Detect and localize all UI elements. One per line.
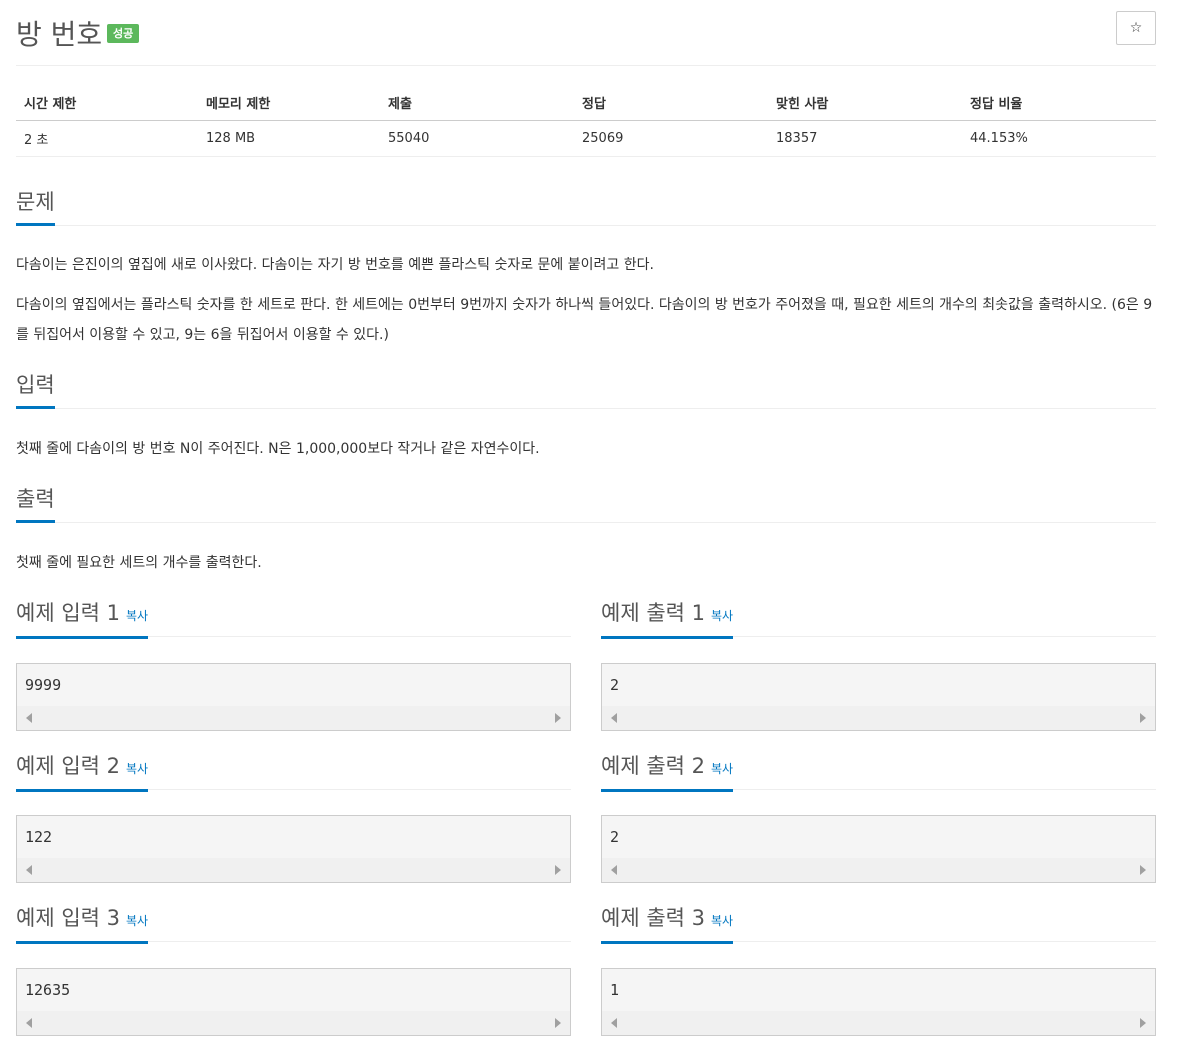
scroll-right-icon[interactable] (1140, 865, 1146, 875)
horizontal-scrollbar[interactable] (602, 858, 1155, 882)
accept-ratio-value: 44.153% (962, 120, 1156, 157)
output-title: 출력 (16, 484, 55, 523)
sample-output-2-header: 예제 출력 2 복사 (601, 751, 1156, 792)
scroll-left-icon[interactable] (26, 713, 32, 723)
time-limit-value: 2 초 (16, 120, 198, 157)
scroll-left-icon[interactable] (26, 1018, 32, 1028)
copy-button[interactable]: 복사 (126, 914, 148, 928)
status-badge: 성공 (107, 24, 140, 43)
scroll-left-icon[interactable] (26, 865, 32, 875)
copy-button[interactable]: 복사 (711, 609, 733, 623)
sample-output-1-header: 예제 출력 1 복사 (601, 598, 1156, 639)
sample-input-3-box[interactable]: 12635 (16, 968, 571, 1036)
description-title: 문제 (16, 187, 55, 226)
horizontal-scrollbar[interactable] (17, 1011, 570, 1035)
accepted-value: 25069 (574, 120, 768, 157)
description-paragraph-1: 다솜이는 은진이의 옆집에 새로 이사왔다. 다솜이는 자기 방 번호를 예쁜 … (16, 257, 654, 273)
sample-output-1-box[interactable]: 2 (601, 663, 1156, 731)
star-icon: ☆ (1129, 20, 1143, 36)
scroll-left-icon[interactable] (611, 865, 617, 875)
output-description: 첫째 줄에 필요한 세트의 개수를 출력한다. (16, 555, 262, 571)
column-header-accepted: 정답 (574, 86, 768, 121)
output-section-header: 출력 (16, 484, 1156, 523)
problem-header: 방 번호 성공 ☆ (16, 10, 1156, 66)
copy-button[interactable]: 복사 (126, 609, 148, 623)
input-section-header: 입력 (16, 370, 1156, 409)
submissions-value: 55040 (380, 120, 574, 157)
column-header-submissions: 제출 (380, 86, 574, 121)
sample-input-2-title: 예제 입력 2 (16, 754, 120, 778)
sample-output-2-box[interactable]: 2 (601, 815, 1156, 883)
scroll-right-icon[interactable] (1140, 713, 1146, 723)
column-header-accept-ratio: 정답 비율 (962, 86, 1156, 121)
sample-input-1-value: 9999 (25, 676, 62, 694)
sample-output-3-value: 1 (610, 981, 620, 999)
sample-input-3-header: 예제 입력 3 복사 (16, 903, 571, 944)
column-header-memory-limit: 메모리 제한 (198, 86, 380, 121)
input-title: 입력 (16, 370, 55, 409)
scroll-right-icon[interactable] (555, 865, 561, 875)
sample-input-1-box[interactable]: 9999 (16, 663, 571, 731)
scroll-left-icon[interactable] (611, 713, 617, 723)
sample-input-2-header: 예제 입력 2 복사 (16, 751, 571, 792)
copy-button[interactable]: 복사 (711, 762, 733, 776)
table-row: 2 초 128 MB 55040 25069 18357 44.153% (16, 120, 1156, 157)
scroll-right-icon[interactable] (1140, 1018, 1146, 1028)
column-header-time-limit: 시간 제한 (16, 86, 198, 121)
sample-input-1-header: 예제 입력 1 복사 (16, 598, 571, 639)
copy-button[interactable]: 복사 (711, 914, 733, 928)
sample-output-3-box[interactable]: 1 (601, 968, 1156, 1036)
sample-output-3-header: 예제 출력 3 복사 (601, 903, 1156, 944)
sample-output-1-value: 2 (610, 676, 620, 694)
copy-button[interactable]: 복사 (126, 762, 148, 776)
memory-limit-value: 128 MB (198, 120, 380, 157)
solved-users-value: 18357 (768, 120, 962, 157)
horizontal-scrollbar[interactable] (17, 706, 570, 730)
scroll-right-icon[interactable] (555, 713, 561, 723)
sample-output-1-title: 예제 출력 1 (601, 601, 705, 625)
input-description: 첫째 줄에 다솜이의 방 번호 N이 주어진다. N은 1,000,000보다 … (16, 441, 540, 457)
sample-input-3-value: 12635 (25, 981, 71, 999)
star-button[interactable]: ☆ (1116, 11, 1156, 45)
problem-info-table: 시간 제한 메모리 제한 제출 정답 맞힌 사람 정답 비율 2 초 128 M… (16, 86, 1156, 157)
sample-output-2-value: 2 (610, 828, 620, 846)
scroll-left-icon[interactable] (611, 1018, 617, 1028)
column-header-solved-users: 맞힌 사람 (768, 86, 962, 121)
description-paragraph-2: 다솜이의 옆집에서는 플라스틱 숫자를 한 세트로 판다. 한 세트에는 0번부… (16, 297, 1153, 343)
horizontal-scrollbar[interactable] (17, 858, 570, 882)
sample-output-3-title: 예제 출력 3 (601, 906, 705, 930)
page-title: 방 번호 (16, 18, 103, 51)
sample-input-2-box[interactable]: 122 (16, 815, 571, 883)
description-section-header: 문제 (16, 187, 1156, 226)
sample-input-2-value: 122 (25, 828, 53, 846)
scroll-right-icon[interactable] (555, 1018, 561, 1028)
table-header-row: 시간 제한 메모리 제한 제출 정답 맞힌 사람 정답 비율 (16, 86, 1156, 121)
horizontal-scrollbar[interactable] (602, 706, 1155, 730)
horizontal-scrollbar[interactable] (602, 1011, 1155, 1035)
sample-input-3-title: 예제 입력 3 (16, 906, 120, 930)
sample-input-1-title: 예제 입력 1 (16, 601, 120, 625)
sample-output-2-title: 예제 출력 2 (601, 754, 705, 778)
